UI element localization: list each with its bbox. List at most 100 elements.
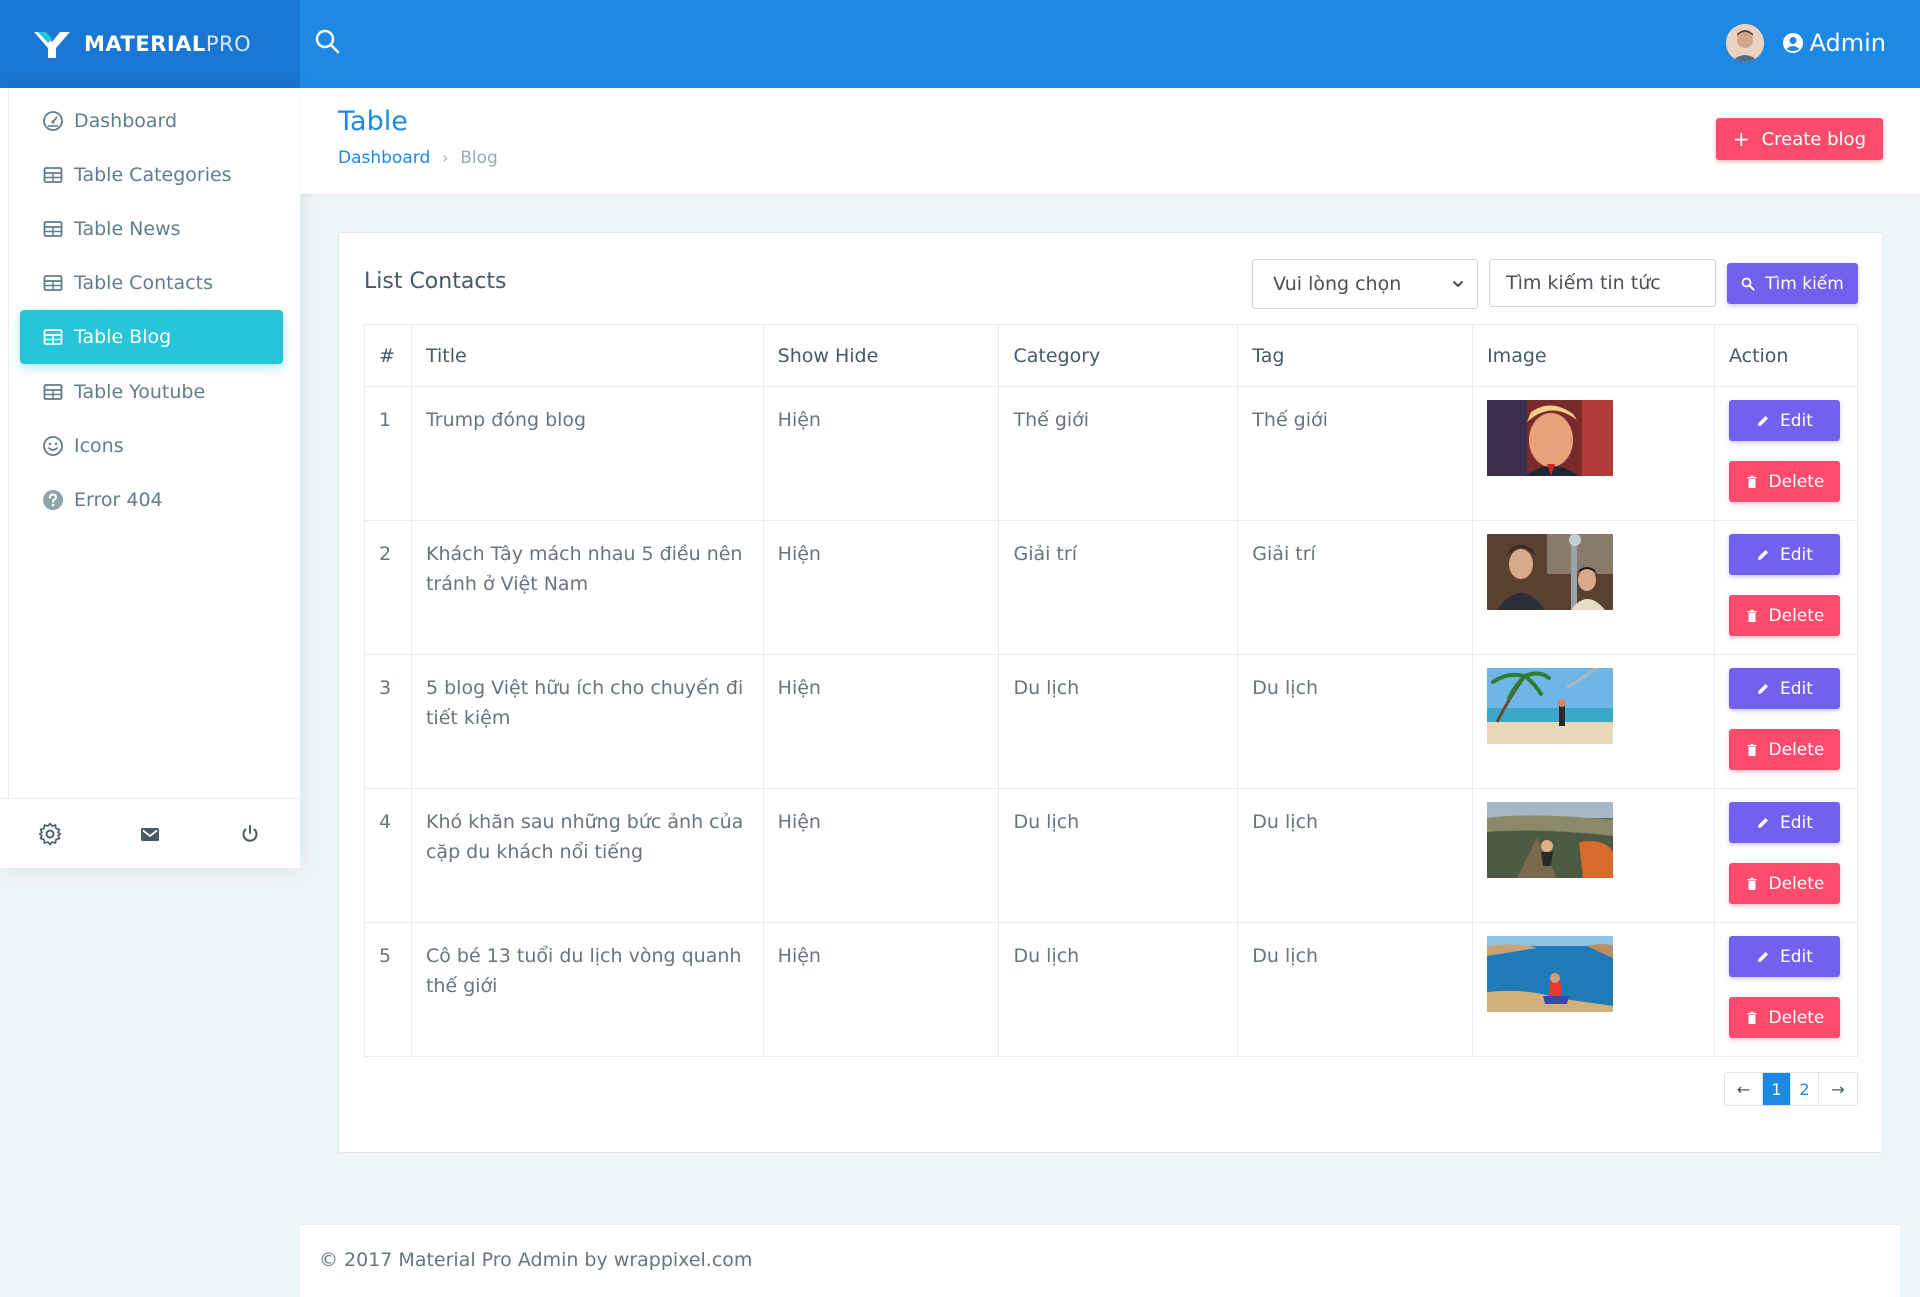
sidebar-item-label: Table Categories	[74, 164, 232, 186]
breadcrumb-current: Blog	[460, 148, 498, 168]
settings-icon[interactable]	[37, 821, 63, 847]
table-icon	[43, 384, 63, 400]
delete-button[interactable]: Delete	[1728, 863, 1840, 904]
search-icon[interactable]	[312, 26, 344, 58]
sidebar-item-table-contacts[interactable]: Table Contacts	[20, 256, 283, 310]
create-blog-button[interactable]: + Create blog	[1715, 118, 1883, 160]
mail-icon[interactable]	[137, 821, 163, 847]
gauge-icon	[43, 111, 63, 131]
avatar[interactable]	[1725, 24, 1764, 62]
edit-button[interactable]: Edit	[1728, 668, 1840, 709]
row-actions: Edit Delete	[1713, 386, 1859, 521]
power-icon[interactable]	[237, 821, 263, 847]
breadcrumb-dashboard-link[interactable]: Dashboard	[338, 148, 430, 168]
sidebar: Dashboard Table Categories Table News Ta…	[0, 88, 300, 868]
table-row: 5 Cô bé 13 tuổi du lịch vòng quanh thế g…	[364, 922, 1859, 1057]
blog-thumbnail-image	[1487, 668, 1614, 744]
blog-thumbnail-image	[1487, 534, 1614, 610]
row-image-cell	[1472, 520, 1715, 655]
sidebar-item-dashboard[interactable]: Dashboard	[20, 94, 283, 148]
delete-button[interactable]: Delete	[1728, 997, 1840, 1038]
table-icon	[43, 275, 63, 291]
row-category: Du lịch	[998, 788, 1239, 923]
delete-label: Delete	[1768, 471, 1825, 492]
blog-thumbnail-image	[1487, 802, 1614, 878]
table-row: 2 Khách Tây mách nhau 5 điều nên tránh ở…	[364, 520, 1859, 655]
sidebar-item-label: Icons	[74, 435, 124, 457]
row-tag: Du lịch	[1237, 654, 1474, 789]
row-title: Khách Tây mách nhau 5 điều nên tránh ở V…	[410, 520, 764, 655]
search-button[interactable]: Tìm kiếm	[1727, 263, 1858, 304]
plus-icon: +	[1732, 127, 1750, 151]
category-select-value: Vui lòng chọn	[1273, 273, 1402, 295]
pagination-prev-arrow-icon[interactable]: ←	[1725, 1073, 1763, 1105]
edit-label: Edit	[1780, 678, 1813, 699]
edit-label: Edit	[1780, 812, 1813, 833]
sidebar-item-label: Table News	[74, 218, 181, 240]
pagination-page-2[interactable]: 2	[1791, 1073, 1819, 1105]
edit-button[interactable]: Edit	[1728, 936, 1840, 977]
brand[interactable]: MATERIALPRO	[0, 0, 300, 88]
delete-button[interactable]: Delete	[1728, 729, 1840, 770]
card-title: List Contacts	[364, 269, 507, 294]
row-actions: Edit Delete	[1713, 922, 1859, 1057]
row-show-hide: Hiện	[762, 654, 1000, 789]
smiley-icon	[43, 436, 63, 456]
pagination-next-arrow-icon[interactable]: →	[1819, 1073, 1857, 1105]
row-show-hide: Hiện	[762, 788, 1000, 923]
sidebar-item-label: Table Blog	[74, 326, 172, 348]
row-category: Thế giới	[998, 386, 1239, 521]
edit-button[interactable]: Edit	[1728, 802, 1840, 843]
trash-icon	[1747, 475, 1757, 488]
sidebar-item-table-blog[interactable]: Table Blog	[20, 310, 283, 364]
edit-button[interactable]: Edit	[1728, 400, 1840, 441]
column-header-title[interactable]: Title	[410, 324, 764, 387]
column-header-number[interactable]: #	[364, 324, 412, 387]
footer: © 2017 Material Pro Admin by wrappixel.c…	[300, 1224, 1900, 1297]
table-icon	[43, 221, 63, 237]
delete-label: Delete	[1768, 739, 1825, 760]
category-select[interactable]: Vui lòng chọn	[1252, 259, 1478, 309]
pagination-page-1[interactable]: 1	[1763, 1073, 1791, 1105]
row-actions: Edit Delete	[1713, 654, 1859, 789]
chevron-down-icon	[1453, 281, 1463, 287]
row-number: 1	[364, 386, 412, 521]
list-card: List Contacts Vui lòng chọn Tìm kiếm # T…	[338, 232, 1883, 1153]
trash-icon	[1747, 743, 1757, 756]
column-header-action[interactable]: Action	[1713, 324, 1859, 387]
delete-button[interactable]: Delete	[1728, 461, 1840, 502]
edit-label: Edit	[1780, 544, 1813, 565]
row-title: 5 blog Việt hữu ích cho chuyến đi tiết k…	[410, 654, 764, 789]
row-tag: Thế giới	[1237, 386, 1474, 521]
search-news-input[interactable]	[1489, 259, 1716, 307]
delete-button[interactable]: Delete	[1728, 595, 1840, 636]
breadcrumb-chevron-right-icon: ›	[442, 149, 449, 167]
column-header-show-hide[interactable]: Show Hide	[762, 324, 1000, 387]
pencil-icon	[1758, 549, 1768, 560]
sidebar-item-table-categories[interactable]: Table Categories	[20, 148, 283, 202]
row-tag: Du lịch	[1237, 922, 1474, 1057]
delete-label: Delete	[1768, 1007, 1825, 1028]
sidebar-item-error-404[interactable]: Error 404	[20, 473, 283, 527]
user-name[interactable]: Admin	[1810, 29, 1887, 57]
row-number: 3	[364, 654, 412, 789]
pencil-icon	[1758, 817, 1768, 828]
row-actions: Edit Delete	[1713, 520, 1859, 655]
row-image-cell	[1472, 922, 1715, 1057]
sidebar-item-table-youtube[interactable]: Table Youtube	[20, 365, 283, 419]
user-menu[interactable]: Admin	[1725, 24, 1887, 62]
column-header-image[interactable]: Image	[1472, 324, 1715, 387]
row-number: 5	[364, 922, 412, 1057]
create-blog-label: Create blog	[1761, 128, 1866, 150]
page-titlebar: Table Dashboard › Blog + Create blog	[300, 88, 1920, 194]
sidebar-item-table-news[interactable]: Table News	[20, 202, 283, 256]
column-header-tag[interactable]: Tag	[1237, 324, 1474, 387]
footer-copyright: © 2017 Material Pro Admin by wrappixel.c…	[319, 1249, 753, 1271]
sidebar-item-label: Table Contacts	[74, 272, 213, 294]
row-tag: Giải trí	[1237, 520, 1474, 655]
sidebar-item-icons[interactable]: Icons	[20, 419, 283, 473]
row-tag: Du lịch	[1237, 788, 1474, 923]
brand-name: MATERIALPRO	[84, 32, 252, 56]
edit-button[interactable]: Edit	[1728, 534, 1840, 575]
column-header-category[interactable]: Category	[998, 324, 1239, 387]
